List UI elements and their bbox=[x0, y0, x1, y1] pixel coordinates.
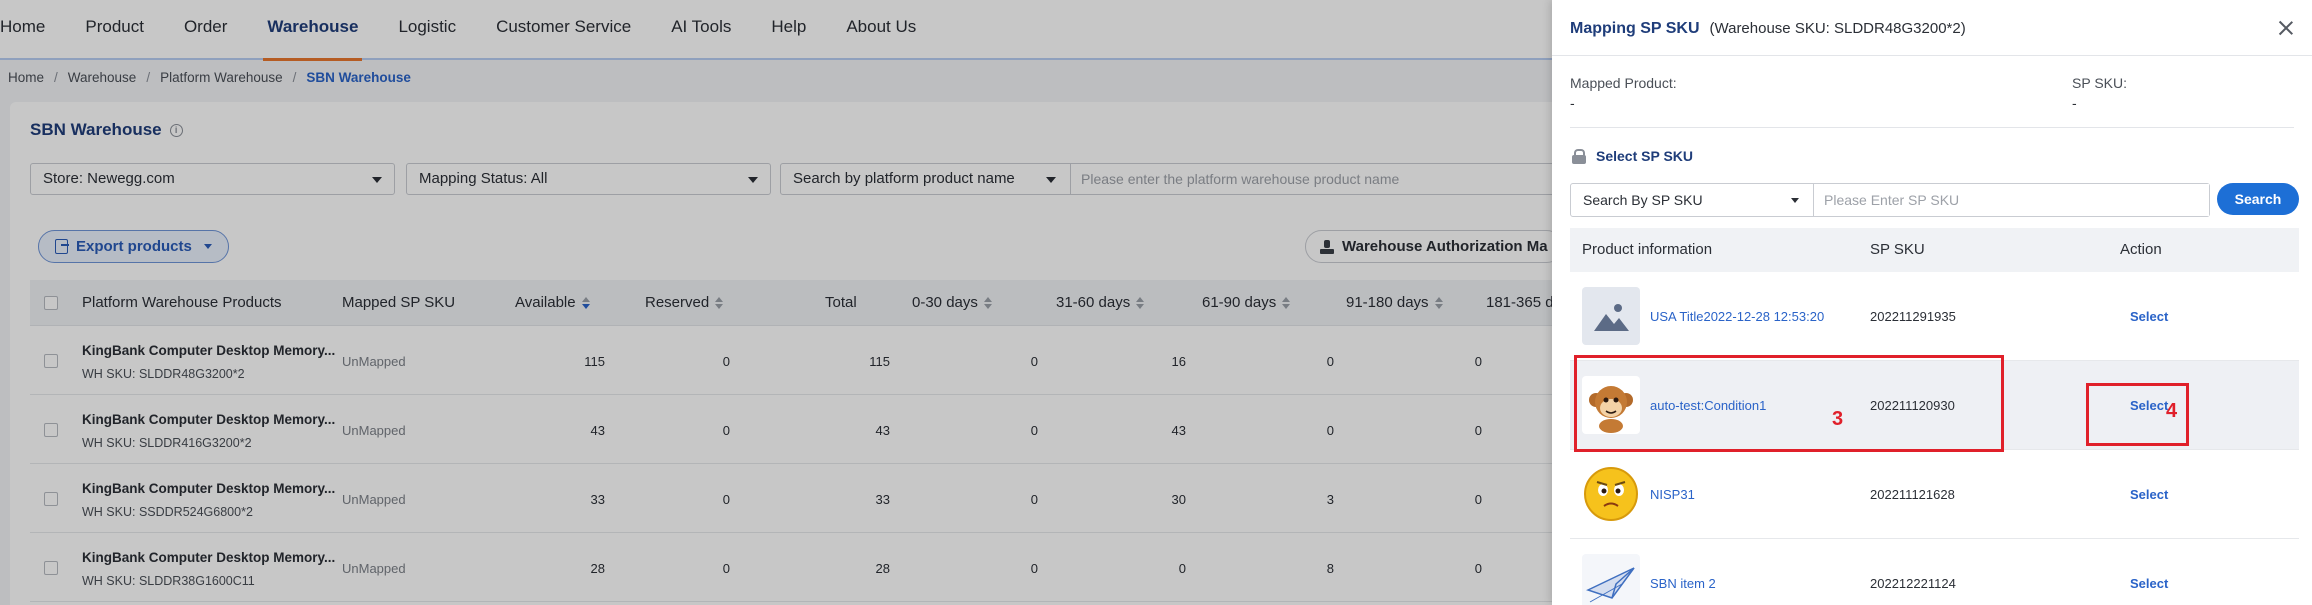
sp-product-name[interactable]: SBN item 2 bbox=[1650, 576, 1716, 591]
drawer-title-sub: (Warehouse SKU: SLDDR48G3200*2) bbox=[1709, 20, 1966, 37]
mapping-sp-sku-drawer: Mapping SP SKU (Warehouse SKU: SLDDR48G3… bbox=[1552, 0, 2312, 605]
modal-overlay[interactable] bbox=[0, 0, 1552, 605]
sp-table-row: SBN item 2 202212221124 Select bbox=[1570, 539, 2299, 605]
sp-sku: 202211121628 bbox=[1870, 487, 1955, 502]
paper-plane-image bbox=[1582, 554, 1640, 605]
sp-sku-label: SP SKU: bbox=[2072, 75, 2127, 91]
placeholder-image-icon bbox=[1582, 287, 1640, 345]
select-link[interactable]: Select bbox=[2130, 487, 2168, 502]
sp-sku: 202212221124 bbox=[1870, 576, 1956, 591]
select-link[interactable]: Select bbox=[2130, 309, 2168, 324]
sp-search-by-select[interactable]: Search By SP SKU bbox=[1571, 184, 1814, 216]
sp-sku-search-input[interactable] bbox=[1814, 184, 2209, 216]
search-button[interactable]: Search bbox=[2217, 183, 2299, 215]
sp-search-by-value: Search By SP SKU bbox=[1583, 192, 1703, 208]
drawer-title-main: Mapping SP SKU bbox=[1570, 20, 1700, 37]
caret-down-icon bbox=[1791, 198, 1799, 203]
emoji-face-image bbox=[1582, 465, 1640, 523]
sp-product-name[interactable]: NISP31 bbox=[1650, 487, 1695, 502]
sp-sku-search-combo: Search By SP SKU bbox=[1570, 183, 2210, 217]
sp-product-name[interactable]: USA Title2022-12-28 12:53:20 bbox=[1650, 309, 1824, 324]
annotation-number-3: 3 bbox=[1832, 408, 1844, 430]
select-link[interactable]: Select bbox=[2130, 576, 2168, 591]
sp-sku-value: - bbox=[2072, 95, 2077, 111]
annotation-number-4: 4 bbox=[2166, 400, 2178, 422]
close-icon[interactable] bbox=[2277, 19, 2295, 37]
lock-icon bbox=[1572, 149, 1586, 164]
sp-table-row: USA Title2022-12-28 12:53:20 20221129193… bbox=[1570, 272, 2299, 361]
col-sp-sku: SP SKU bbox=[1870, 241, 1925, 258]
sp-table-header: Product information SP SKU Action bbox=[1570, 228, 2299, 272]
drawer-title: Mapping SP SKU (Warehouse SKU: SLDDR48G3… bbox=[1570, 20, 1966, 38]
sp-sku: 202211291935 bbox=[1870, 309, 1956, 324]
divider bbox=[1570, 127, 2294, 128]
select-sp-sku-text: Select SP SKU bbox=[1596, 148, 1694, 164]
select-sp-sku-heading: Select SP SKU bbox=[1572, 148, 1693, 164]
annotation-box-product bbox=[1574, 355, 2004, 452]
col-action: Action bbox=[2120, 241, 2162, 258]
mapped-product-label: Mapped Product: bbox=[1570, 75, 1677, 91]
divider bbox=[1552, 55, 2312, 56]
col-product-information: Product information bbox=[1582, 241, 1713, 258]
sp-table-row: NISP31 202211121628 Select bbox=[1570, 450, 2299, 539]
mapped-product-value: - bbox=[1570, 95, 1575, 111]
